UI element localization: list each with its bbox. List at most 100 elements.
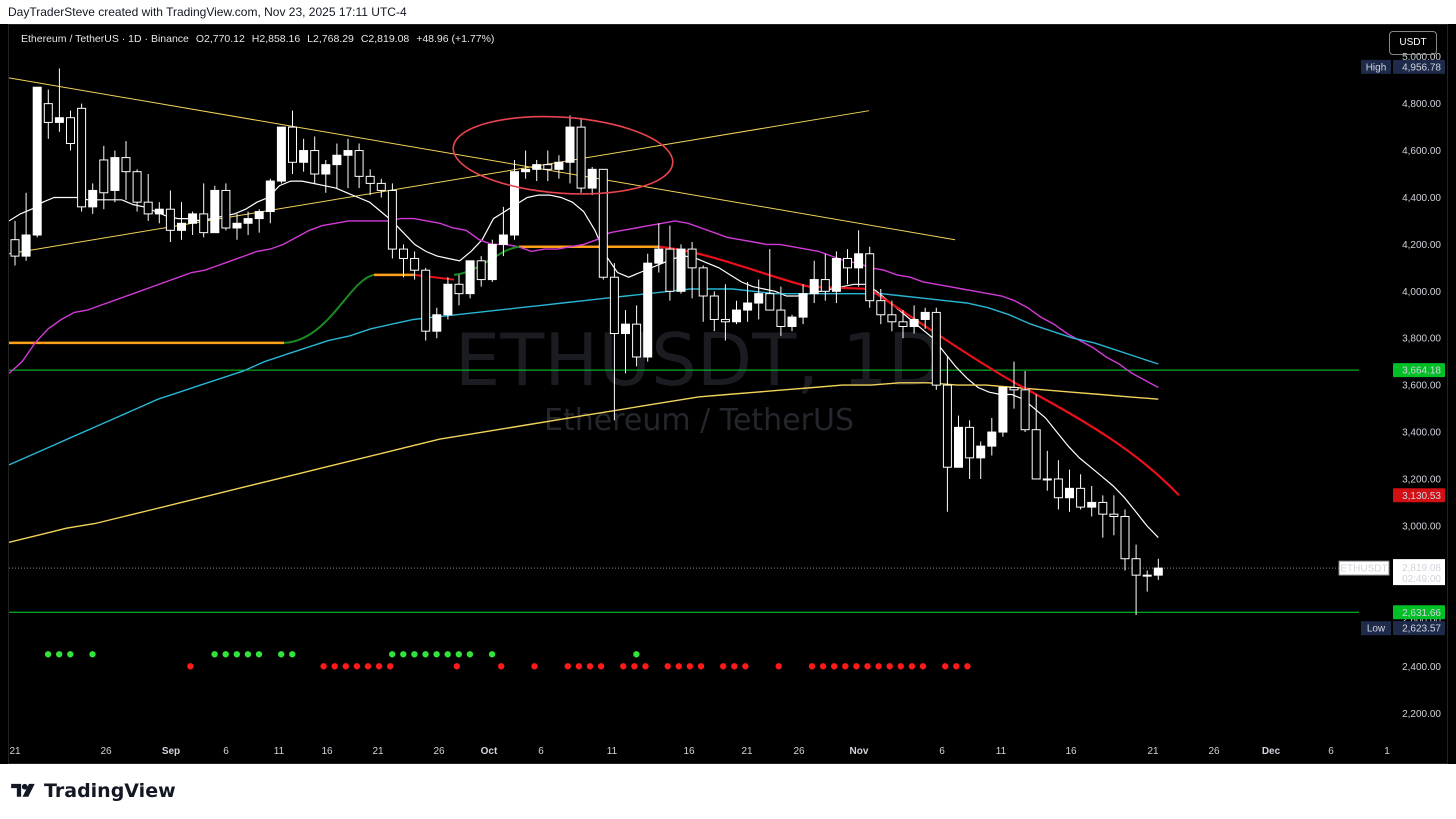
x-axis-tick: 26 [100, 746, 112, 757]
candle-body [454, 283, 464, 295]
candle-body [543, 164, 553, 170]
bearish-signal-dot [720, 663, 727, 670]
candle-body [787, 316, 797, 327]
candle-body [920, 311, 930, 320]
bearish-signal-dot [831, 663, 838, 670]
candle-body [210, 189, 220, 234]
bullish-signal-dot [289, 651, 296, 658]
candle-body [521, 168, 531, 173]
candle-body [865, 253, 875, 302]
candle-body [132, 171, 142, 203]
y-axis-tick: 2,200.00 [1402, 709, 1441, 720]
bearish-signal-dot [320, 663, 327, 670]
candle-body [299, 150, 309, 163]
bearish-signal-dot [875, 663, 882, 670]
candle-body [976, 445, 986, 459]
chart-panel[interactable]: ETHUSDT, 1D Ethereum / TetherUS 5,000.00 4,… [8, 24, 1448, 764]
candle-body [720, 318, 730, 323]
candle-body [654, 248, 664, 264]
candle-body [288, 126, 297, 163]
candle-body [43, 103, 53, 123]
candle-body [177, 222, 186, 231]
candle-body [121, 157, 131, 173]
symbol-header: Ethereum / TetherUS · 1D · Binance O2,77… [21, 33, 494, 45]
bearish-signal-dot [575, 663, 583, 670]
bullish-signal-dot [400, 651, 407, 658]
candle-body [465, 260, 475, 295]
candle-body [443, 283, 453, 316]
bearish-signal-dot [597, 663, 605, 670]
high-value-badge: 4,956.78 [1393, 59, 1445, 74]
bearish-signal-dot [819, 663, 827, 670]
candle-body [1031, 429, 1041, 480]
candle-body [1109, 513, 1119, 517]
candle-body [1042, 478, 1052, 481]
candle-body [232, 222, 242, 229]
x-axis-tick: 1 [1384, 746, 1390, 757]
bullish-signal-dot [433, 651, 440, 658]
candle-body [621, 323, 630, 335]
x-axis-tick: 21 [741, 746, 753, 757]
ema-value-badge: 3,130.53 [1393, 488, 1445, 503]
x-axis-tick: 6 [223, 746, 229, 757]
candle-body [587, 168, 597, 189]
bearish-signal-dot [686, 663, 694, 670]
bearish-signal-dot [498, 663, 505, 670]
x-axis-tick: 16 [321, 746, 333, 757]
bullish-signal-dot [422, 651, 429, 658]
low-value-badge: 2,623.57 [1393, 621, 1445, 636]
candle-body [754, 293, 764, 304]
candle-body [798, 293, 808, 318]
candle-body [998, 386, 1008, 433]
ohlc-high: H2,858.16 [251, 33, 301, 45]
candle-body [165, 208, 175, 231]
x-axis-tick: 6 [538, 746, 544, 757]
candle-body [1131, 558, 1141, 576]
y-axis-tick: 3,600.00 [1402, 381, 1441, 392]
candle-body [188, 213, 198, 224]
candle-body [676, 248, 686, 292]
bearish-signal-dot [353, 663, 361, 670]
x-axis-tick: 6 [939, 746, 945, 757]
high-value-badge-text: 4,956.78 [1402, 62, 1441, 73]
candle-body [987, 431, 997, 447]
x-axis-tick: Nov [850, 746, 869, 757]
candle-body [765, 293, 775, 311]
price-chart[interactable]: ETHUSDT, 1DEthereum / TetherUS5,000.004,… [9, 25, 1447, 763]
bullish-signal-dot [44, 651, 52, 658]
candle-body [510, 171, 519, 236]
candle-body [54, 117, 64, 123]
bearish-signal-dot [531, 663, 538, 670]
candle-body [498, 234, 508, 245]
bearish-signal-dot [953, 663, 960, 670]
candle-body [332, 154, 342, 166]
candle-body [399, 248, 408, 259]
trend-ema-green-segment [453, 245, 520, 276]
candle-body [1076, 487, 1086, 508]
bullish-signal-dot [67, 651, 74, 658]
candle-body [221, 189, 231, 229]
bearish-signal-dot [586, 663, 594, 670]
bearish-signal-dot [342, 663, 349, 670]
candle-body [643, 262, 653, 358]
candle-body [1087, 501, 1097, 508]
candle-body [1009, 386, 1019, 391]
tradingview-logo[interactable]: TradingView [10, 780, 176, 802]
candle-body [1098, 501, 1108, 515]
bearish-signal-dot [631, 663, 638, 670]
highlight-circle [452, 115, 674, 195]
candle-body [854, 253, 864, 269]
bullish-signal-dot [211, 651, 218, 658]
x-axis-tick: 16 [1065, 746, 1077, 757]
candle-body [598, 168, 608, 278]
ohlc-low: L2,768.29 [307, 33, 354, 45]
support-level-badge-text: 2,631.66 [1402, 608, 1441, 619]
y-axis-tick: 3,400.00 [1402, 428, 1441, 439]
candle-body [665, 248, 675, 292]
candle-body [709, 295, 719, 320]
candle-body [410, 257, 420, 271]
x-axis-tick: Sep [162, 746, 180, 757]
y-axis-tick: 3,200.00 [1402, 474, 1441, 485]
ema-value-badge-text: 3,130.53 [1402, 491, 1441, 502]
currency-button[interactable]: USDT [1389, 31, 1437, 55]
